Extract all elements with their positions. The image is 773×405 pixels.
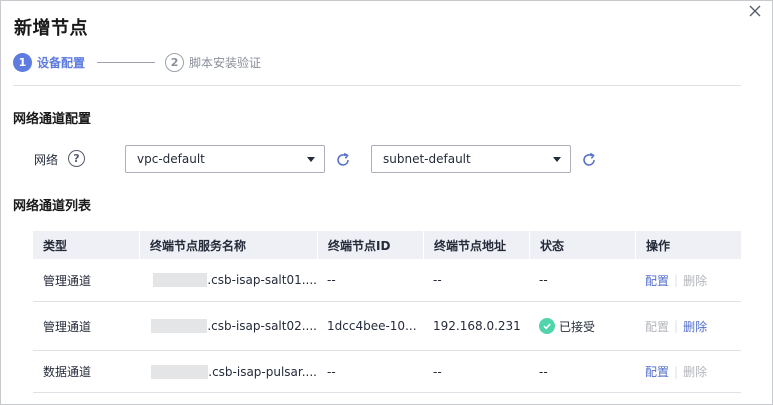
cell-type: 数据通道: [43, 365, 92, 379]
step-1-number: 1: [13, 52, 32, 72]
op-separator: |: [674, 319, 679, 333]
masked-prefix: [151, 319, 208, 333]
cell-type: 管理通道: [43, 319, 92, 334]
cell-endpoint-address: --: [433, 273, 442, 287]
check-circle-icon: [539, 318, 555, 334]
table-header: 类型 终端节点服务名称 终端节点ID 终端节点地址 状态 操作: [33, 231, 741, 259]
caret-down-icon: [553, 157, 561, 162]
refresh-icon[interactable]: [335, 152, 351, 168]
column-header: 状态: [529, 231, 635, 259]
delete-link: 删除: [683, 273, 708, 288]
step-1-label: 设备配置: [37, 55, 86, 70]
op-separator: |: [674, 273, 679, 287]
config-link: 配置: [645, 319, 670, 334]
refresh-icon[interactable]: [581, 152, 597, 168]
cell-status: --: [539, 273, 548, 287]
service-name-text: .csb-isap-salt02....: [207, 319, 317, 333]
table-row: 管理通道 .csb-isap-salt01.... -- -- -- 配置 | …: [33, 259, 741, 302]
column-header: 终端节点ID: [317, 231, 423, 259]
vpc-select[interactable]: vpc-default: [125, 145, 325, 173]
cell-operations: 配置 | 删除: [635, 302, 741, 350]
cell-service-name: .csb-isap-salt02....: [139, 302, 317, 350]
dialog-title: 新增节点: [14, 18, 88, 39]
cell-service-name: .csb-isap-pulsar....: [139, 351, 317, 392]
cell-endpoint-id: --: [327, 364, 336, 379]
channel-table: 类型 终端节点服务名称 终端节点ID 终端节点地址 状态 操作 管理通道 .cs…: [33, 231, 741, 393]
close-icon[interactable]: [747, 3, 763, 19]
step-connector: [97, 61, 156, 63]
header-divider: [13, 85, 741, 86]
cell-status: --: [539, 364, 548, 379]
cell-service-name: .csb-isap-salt01....: [139, 259, 317, 301]
delete-link: 删除: [683, 365, 708, 379]
config-link[interactable]: 配置: [645, 272, 669, 289]
vpc-select-value: vpc-default: [137, 152, 205, 166]
masked-prefix: [151, 364, 209, 379]
cell-endpoint-id: 1dcc4bee-10...: [327, 319, 417, 333]
subnet-select[interactable]: subnet-default: [371, 145, 571, 173]
network-config-title: 网络通道配置: [13, 112, 92, 127]
column-header: 操作: [635, 231, 741, 259]
status-text: 已接受: [559, 319, 596, 334]
delete-link[interactable]: 删除: [683, 318, 707, 335]
service-name-text: .csb-isap-pulsar....: [208, 364, 317, 379]
cell-endpoint-address: --: [433, 364, 442, 379]
cell-type: 管理通道: [43, 273, 92, 288]
column-header: 终端节点地址: [423, 231, 529, 259]
service-name-text: .csb-isap-salt01....: [207, 273, 317, 287]
step-2-label: 脚本安装验证: [189, 55, 262, 70]
op-separator: |: [674, 364, 679, 379]
subnet-select-value: subnet-default: [383, 152, 471, 166]
cell-operations: 配置 | 删除: [635, 259, 741, 301]
help-icon[interactable]: ?: [68, 150, 85, 167]
table-row: 数据通道 .csb-isap-pulsar.... -- -- -- 配置 | …: [33, 351, 741, 393]
stepper: 1 设备配置 2 脚本安装验证: [13, 52, 261, 72]
cell-operations: 配置 | 删除: [635, 351, 741, 392]
cell-endpoint-address: 192.168.0.231: [433, 319, 521, 333]
cell-status: 已接受: [529, 302, 635, 350]
network-label: 网络: [34, 153, 59, 167]
table-row: 管理通道 .csb-isap-salt02.... 1dcc4bee-10...…: [33, 302, 741, 351]
config-link[interactable]: 配置: [645, 363, 669, 380]
add-node-dialog: 新增节点 1 设备配置 2 脚本安装验证 网络通道配置 网络 ? vpc-def…: [0, 0, 773, 405]
column-header: 类型: [43, 238, 68, 253]
channel-list-title: 网络通道列表: [13, 199, 92, 214]
cell-endpoint-id: --: [327, 273, 336, 287]
step-2-number: 2: [165, 52, 185, 72]
caret-down-icon: [307, 157, 315, 162]
masked-prefix: [153, 273, 208, 287]
column-header: 终端节点服务名称: [139, 231, 317, 259]
